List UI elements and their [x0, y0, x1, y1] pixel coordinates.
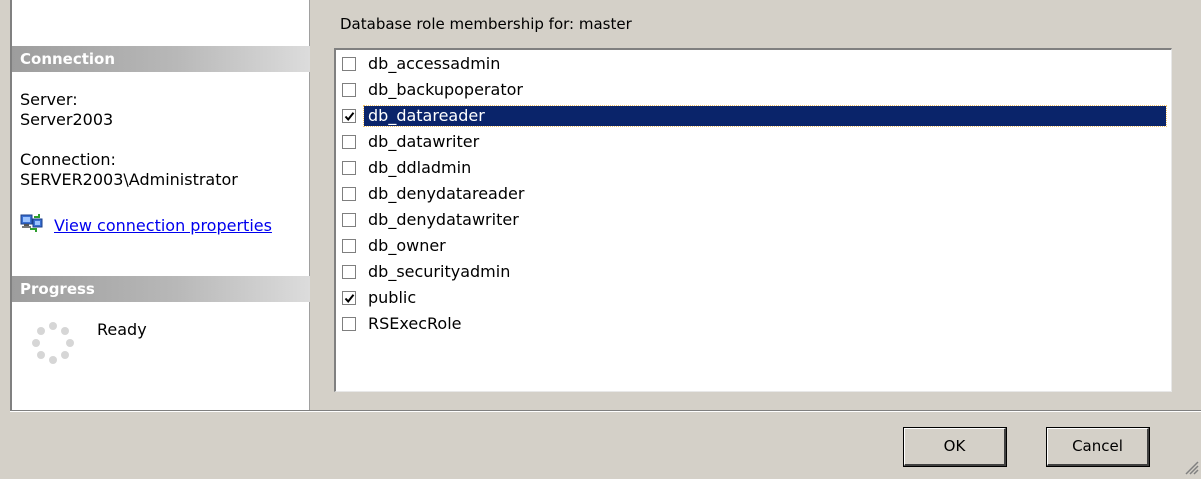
- role-label: db_denydatawriter: [368, 210, 519, 229]
- role-row-RSExecRole[interactable]: RSExecRole: [342, 312, 1166, 336]
- role-row-db_datawriter[interactable]: db_datawriter: [342, 130, 1166, 154]
- role-checkbox[interactable]: [342, 161, 356, 175]
- role-row-db_ddladmin[interactable]: db_ddladmin: [342, 156, 1166, 180]
- role-checkbox[interactable]: [342, 291, 356, 305]
- progress-header: Progress: [12, 276, 310, 302]
- role-label: db_denydatareader: [368, 184, 525, 203]
- connection-label: Connection:: [20, 150, 116, 169]
- role-row-db_backupoperator[interactable]: db_backupoperator: [342, 78, 1166, 102]
- role-label: db_datareader: [363, 105, 1167, 127]
- role-membership-list[interactable]: db_accessadmin db_backupoperator db_datare…: [334, 48, 1172, 392]
- role-checkbox[interactable]: [342, 265, 356, 279]
- role-label: db_backupoperator: [368, 80, 523, 99]
- role-checkbox[interactable]: [342, 213, 356, 227]
- connection-value: SERVER2003\Administrator: [20, 170, 238, 189]
- resize-grip-icon[interactable]: [1183, 459, 1199, 475]
- view-connection-properties-link[interactable]: View connection properties: [54, 216, 272, 235]
- role-row-db_denydatawriter[interactable]: db_denydatawriter: [342, 208, 1166, 232]
- server-value: Server2003: [20, 110, 114, 129]
- role-checkbox[interactable]: [342, 57, 356, 71]
- bottom-separator-highlight: [10, 411, 1201, 412]
- role-membership-label: Database role membership for: master: [340, 15, 632, 33]
- view-connection-properties-row[interactable]: View connection properties: [20, 214, 272, 236]
- role-row-db_owner[interactable]: db_owner: [342, 234, 1166, 258]
- role-checkbox[interactable]: [342, 109, 356, 123]
- role-label: db_accessadmin: [368, 54, 501, 73]
- role-label: db_owner: [368, 236, 446, 255]
- role-label: db_securityadmin: [368, 262, 511, 281]
- cancel-button[interactable]: Cancel: [1046, 427, 1150, 467]
- connection-properties-icon: [20, 213, 44, 237]
- role-row-db_securityadmin[interactable]: db_securityadmin: [342, 260, 1166, 284]
- role-row-public[interactable]: public: [342, 286, 1166, 310]
- connection-header: Connection: [12, 46, 310, 72]
- role-checkbox[interactable]: [342, 317, 356, 331]
- role-checkbox[interactable]: [342, 187, 356, 201]
- server-label: Server:: [20, 90, 78, 109]
- role-checkbox[interactable]: [342, 135, 356, 149]
- role-row-db_datareader[interactable]: db_datareader: [342, 104, 1167, 128]
- role-label: public: [368, 288, 417, 307]
- role-label: db_ddladmin: [368, 158, 472, 177]
- role-label: db_datawriter: [368, 132, 480, 151]
- role-row-db_accessadmin[interactable]: db_accessadmin: [342, 52, 1166, 76]
- role-row-db_denydatareader[interactable]: db_denydatareader: [342, 182, 1166, 206]
- role-label: RSExecRole: [368, 314, 462, 333]
- progress-status: Ready: [97, 320, 147, 339]
- role-checkbox[interactable]: [342, 83, 356, 97]
- role-checkbox[interactable]: [342, 239, 356, 253]
- spinner-icon: [32, 322, 74, 364]
- ok-button[interactable]: OK: [903, 427, 1007, 467]
- left-panel: Connection Server: Server2003 Connection…: [10, 0, 310, 410]
